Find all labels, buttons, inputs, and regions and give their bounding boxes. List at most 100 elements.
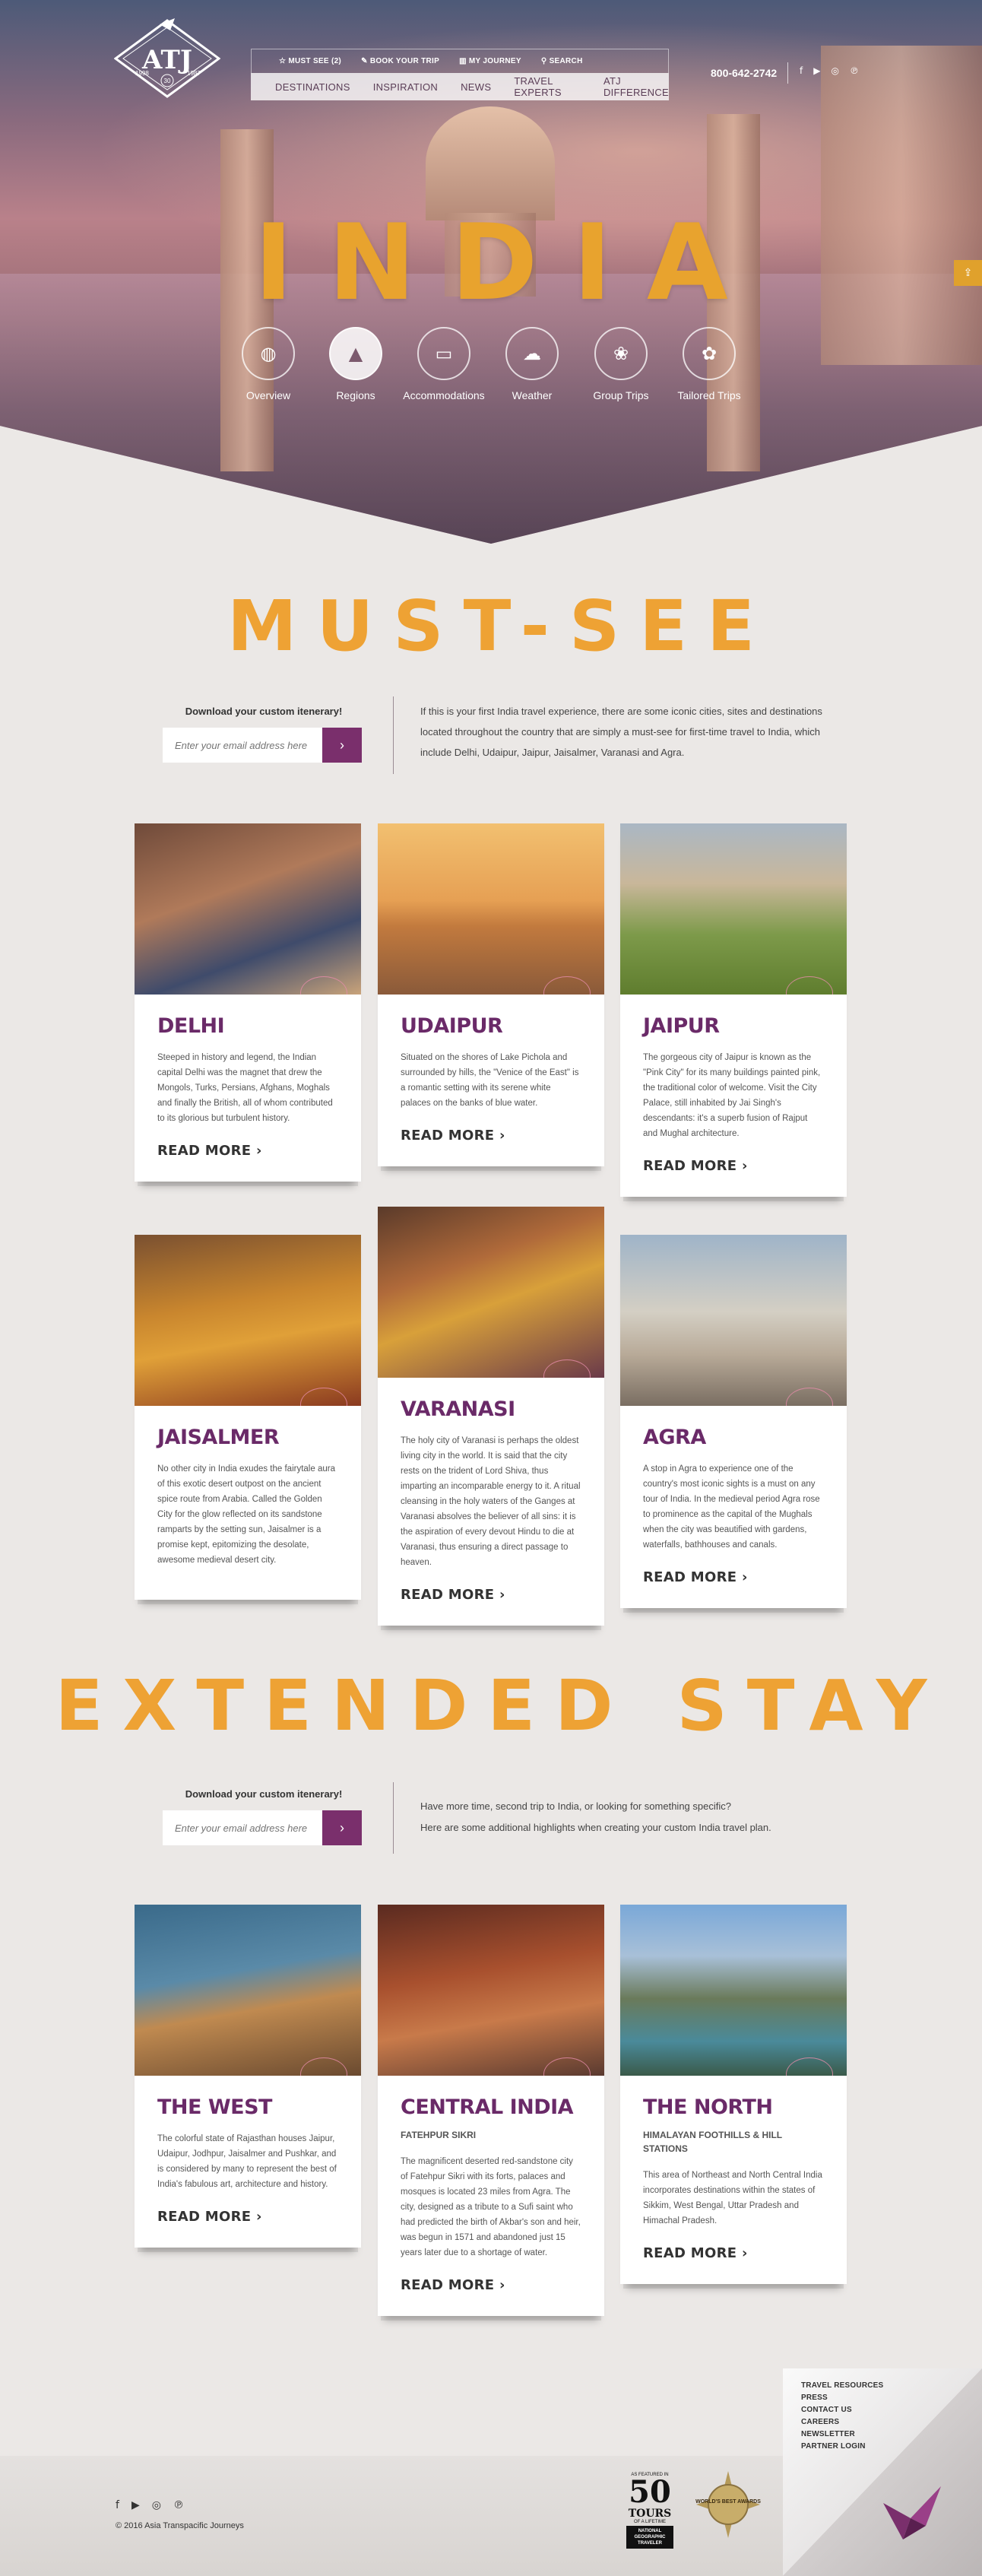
card-the-west[interactable]: THE WEST The colorful state of Rajasthan…: [135, 1905, 361, 2248]
facebook-icon[interactable]: f: [116, 2499, 119, 2511]
bed-icon: ▭: [417, 327, 470, 380]
email-input[interactable]: [163, 1810, 322, 1845]
cat-weather[interactable]: ☁ Weather: [486, 327, 578, 401]
must-see-download: Download your custom itenerary! ›: [163, 706, 365, 763]
nav-inspiration[interactable]: INSPIRATION: [373, 81, 438, 93]
nat-geo-50-tours-badge: AS FEATURED IN 50 TOURS OF A LIFETIME NA…: [626, 2473, 673, 2549]
read-more-link[interactable]: READ MORE ›: [157, 1143, 338, 1159]
cat-tailored-trips[interactable]: ✿ Tailored Trips: [664, 327, 755, 401]
extended-intro: Have more time, second trip to India, or…: [420, 1796, 831, 1838]
card-title: DELHI: [157, 1014, 225, 1038]
instagram-icon[interactable]: ◎: [831, 65, 838, 76]
footer-link-partner-login[interactable]: PARTNER LOGIN: [801, 2442, 883, 2451]
search-label: SEARCH: [549, 57, 583, 65]
footer-link-press[interactable]: PRESS: [801, 2394, 883, 2402]
card-delhi[interactable]: DELHI Steeped in history and legend, the…: [135, 823, 361, 1182]
card-the-north[interactable]: THE NORTH HIMALAYAN FOOTHILLS & HILL STA…: [620, 1905, 847, 2284]
card-text: A stop in Agra to experience one of the …: [643, 1464, 820, 1550]
card-title: JAIPUR: [643, 1014, 720, 1038]
share-icon[interactable]: ⇪: [954, 260, 982, 286]
must-see-link[interactable]: ☆ MUST SEE (2): [279, 57, 341, 65]
jaisalmer-image: [135, 1235, 361, 1406]
card-central-india[interactable]: CENTRAL INDIA FATEHPUR SIKRI The magnifi…: [378, 1905, 604, 2316]
card-jaisalmer[interactable]: JAISALMER No other city in India exudes …: [135, 1235, 361, 1600]
udaipur-image: [378, 823, 604, 995]
nav-travel-experts[interactable]: TRAVEL EXPERTS: [514, 75, 581, 98]
footer-links: TRAVEL RESOURCES PRESS CONTACT US CAREER…: [801, 2381, 883, 2451]
atj-logo[interactable]: ATJ 1998 1987 30: [114, 17, 220, 108]
read-more-label: READ MORE: [643, 1158, 737, 1174]
card-title: CENTRAL INDIA: [401, 2095, 574, 2119]
footer-social: f ▶ ◎ ℗: [116, 2499, 184, 2511]
my-journey-link[interactable]: ▥ MY JOURNEY: [459, 57, 521, 65]
worlds-best-award-icon: WORLD'S BEST AWARDS: [695, 2471, 761, 2538]
my-journey-label: MY JOURNEY: [468, 57, 521, 65]
youtube-icon[interactable]: ▶: [813, 65, 820, 76]
logo-word: ATJ: [141, 45, 192, 75]
read-more-label: READ MORE: [401, 1128, 495, 1144]
cat-weather-label: Weather: [512, 389, 553, 401]
email-input[interactable]: [163, 728, 322, 763]
nav-atj-difference[interactable]: ATJ DIFFERENCE: [603, 75, 669, 98]
extended-intro-1: Have more time, second trip to India, or…: [420, 1800, 731, 1812]
footer-link-travel-resources[interactable]: TRAVEL RESOURCES: [801, 2381, 883, 2390]
card-varanasi[interactable]: VARANASI The holy city of Varanasi is pe…: [378, 1207, 604, 1626]
divider: [393, 1782, 394, 1854]
nav-news[interactable]: NEWS: [461, 81, 491, 93]
read-more-link[interactable]: READ MORE ›: [401, 2277, 581, 2293]
card-jaipur[interactable]: JAIPUR The gorgeous city of Jaipur is kn…: [620, 823, 847, 1197]
read-more-link[interactable]: READ MORE ›: [643, 1158, 824, 1174]
instagram-icon[interactable]: ◎: [152, 2499, 161, 2511]
submit-arrow-icon[interactable]: ›: [322, 728, 362, 763]
lotus-icon: ❀: [594, 327, 648, 380]
cat-group-trips[interactable]: ❀ Group Trips: [575, 327, 667, 401]
card-title: THE WEST: [157, 2095, 272, 2119]
pinterest-icon[interactable]: ℗: [850, 65, 859, 76]
footer-link-careers[interactable]: CAREERS: [801, 2418, 883, 2426]
youtube-icon[interactable]: ▶: [131, 2499, 140, 2511]
search-link[interactable]: ⚲ SEARCH: [541, 57, 583, 65]
must-see-intro: If this is your first India travel exper…: [420, 706, 822, 758]
mountain-icon: ▲: [329, 327, 382, 380]
card-title: AGRA: [643, 1426, 706, 1449]
logo-badge: 30: [164, 78, 171, 84]
read-more-label: READ MORE: [401, 1587, 495, 1603]
read-more-link[interactable]: READ MORE ›: [157, 2209, 338, 2225]
agra-image: [620, 1235, 847, 1406]
book-trip-label: BOOK YOUR TRIP: [369, 57, 440, 65]
award-label: WORLD'S BEST AWARDS: [695, 2499, 761, 2505]
card-agra[interactable]: AGRA A stop in Agra to experience one of…: [620, 1235, 847, 1608]
delhi-image: [135, 823, 361, 995]
read-more-link[interactable]: READ MORE ›: [401, 1587, 581, 1603]
read-more-link[interactable]: READ MORE ›: [401, 1128, 581, 1144]
card-title: THE NORTH: [643, 2095, 773, 2119]
header-divider: [787, 62, 788, 84]
read-more-link[interactable]: READ MORE ›: [643, 2245, 824, 2261]
cat-accommodations-label: Accommodations: [403, 389, 485, 401]
central-india-image: [378, 1905, 604, 2076]
logo-year-right: 1987: [187, 70, 201, 77]
main-nav: DESTINATIONS INSPIRATION NEWS TRAVEL EXP…: [251, 73, 669, 100]
book-trip-link[interactable]: ✎ BOOK YOUR TRIP: [361, 57, 439, 65]
cat-accommodations[interactable]: ▭ Accommodations: [398, 327, 489, 401]
globe-icon: ◍: [242, 327, 295, 380]
footer-link-contact-us[interactable]: CONTACT US: [801, 2406, 883, 2414]
badge-sub: OF A LIFETIME: [633, 2520, 666, 2524]
cat-overview[interactable]: ◍ Overview: [223, 327, 314, 401]
footer-link-newsletter[interactable]: NEWSLETTER: [801, 2430, 883, 2438]
badge-number: 50: [629, 2474, 671, 2510]
download-label: Download your custom itenerary!: [185, 1788, 343, 1800]
phone-number[interactable]: 800-642-2742: [711, 67, 777, 79]
utility-nav: ☆ MUST SEE (2) ✎ BOOK YOUR TRIP ▥ MY JOU…: [251, 49, 669, 73]
submit-arrow-icon[interactable]: ›: [322, 1810, 362, 1845]
nav-destinations[interactable]: DESTINATIONS: [275, 81, 350, 93]
card-title: UDAIPUR: [401, 1014, 503, 1038]
facebook-icon[interactable]: f: [800, 65, 803, 76]
read-more-label: READ MORE: [157, 2209, 252, 2225]
card-udaipur[interactable]: UDAIPUR Situated on the shores of Lake P…: [378, 823, 604, 1166]
cat-regions[interactable]: ▲ Regions: [310, 327, 401, 401]
the-west-image: [135, 1905, 361, 2076]
card-title: JAISALMER: [157, 1426, 280, 1449]
pinterest-icon[interactable]: ℗: [173, 2499, 184, 2511]
read-more-link[interactable]: READ MORE ›: [643, 1569, 824, 1585]
